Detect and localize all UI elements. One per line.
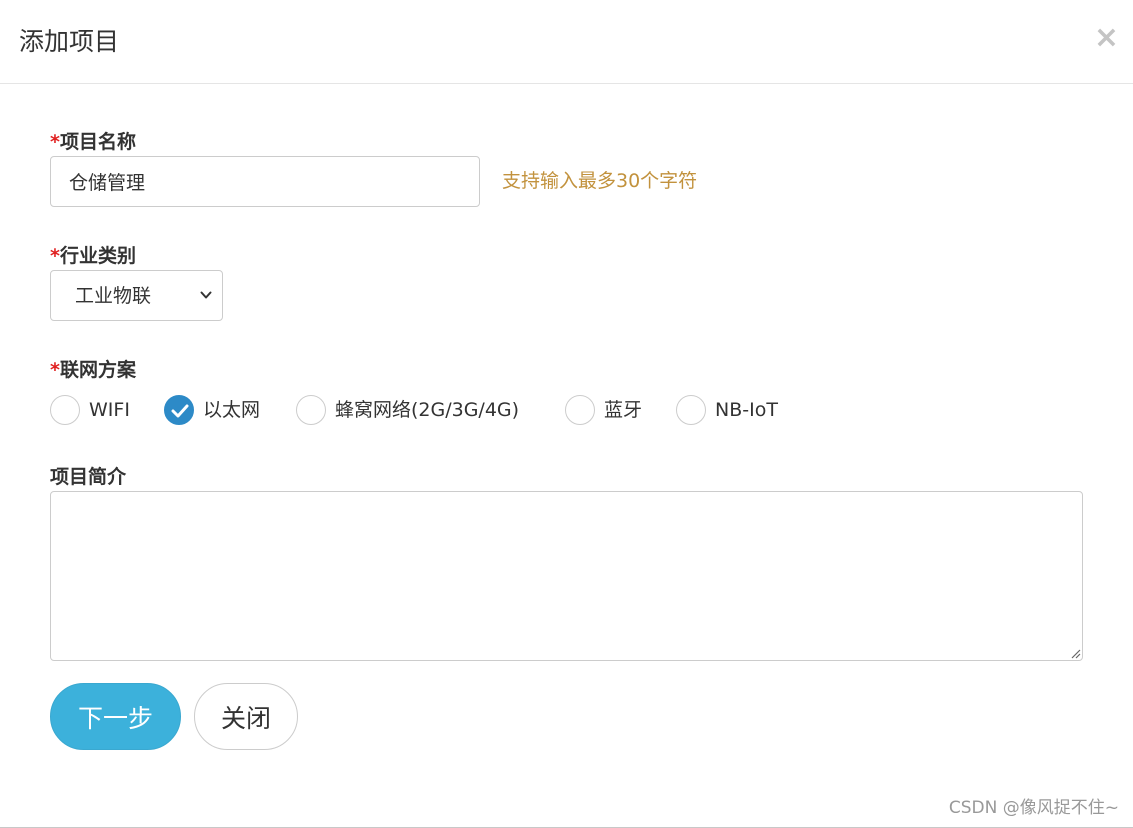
radio-circle[interactable] xyxy=(50,395,80,425)
radio-label: WIFI xyxy=(89,399,130,421)
dialog-header: 添加项目 × xyxy=(0,0,1133,84)
required-mark: * xyxy=(50,245,60,267)
industry-label: *行业类别 xyxy=(50,244,136,268)
close-icon[interactable]: × xyxy=(1094,20,1119,56)
radio-label: 蓝牙 xyxy=(604,399,643,421)
radio-label: NB-IoT xyxy=(715,399,778,421)
required-mark: * xyxy=(50,131,60,153)
radio-circle[interactable] xyxy=(676,395,706,425)
add-project-dialog: 添加项目 × *项目名称 支持输入最多30个字符 *行业类别 工业物联 *联网方… xyxy=(0,0,1133,828)
radio-label: 以太网 xyxy=(203,399,261,421)
project-name-input[interactable] xyxy=(50,156,480,207)
watermark: CSDN @像风捉不住~ xyxy=(948,798,1119,818)
project-name-label-text: 项目名称 xyxy=(59,131,136,153)
radio-circle[interactable] xyxy=(296,395,326,425)
chevron-down-icon xyxy=(200,291,212,299)
radio-label: 蜂窝网络(2G/3G/4G) xyxy=(335,399,520,421)
project-name-hint: 支持输入最多30个字符 xyxy=(502,170,698,192)
next-step-button[interactable]: 下一步 xyxy=(50,683,181,750)
industry-select[interactable]: 工业物联 xyxy=(50,270,223,321)
dialog-title: 添加项目 xyxy=(19,27,120,56)
project-name-label: *项目名称 xyxy=(50,130,136,154)
radio-circle-checked[interactable] xyxy=(164,395,194,425)
industry-label-text: 行业类别 xyxy=(59,245,136,267)
close-button[interactable]: 关闭 xyxy=(194,683,298,750)
checkmark-icon xyxy=(171,404,189,418)
network-label-text: 联网方案 xyxy=(59,359,136,381)
network-label: *联网方案 xyxy=(50,358,136,382)
required-mark: * xyxy=(50,359,60,381)
description-label: 项目简介 xyxy=(50,466,127,488)
resize-handle-icon[interactable] xyxy=(1070,648,1081,659)
description-textarea[interactable] xyxy=(50,491,1083,661)
radio-circle[interactable] xyxy=(565,395,595,425)
industry-selected-value: 工业物联 xyxy=(75,285,152,307)
